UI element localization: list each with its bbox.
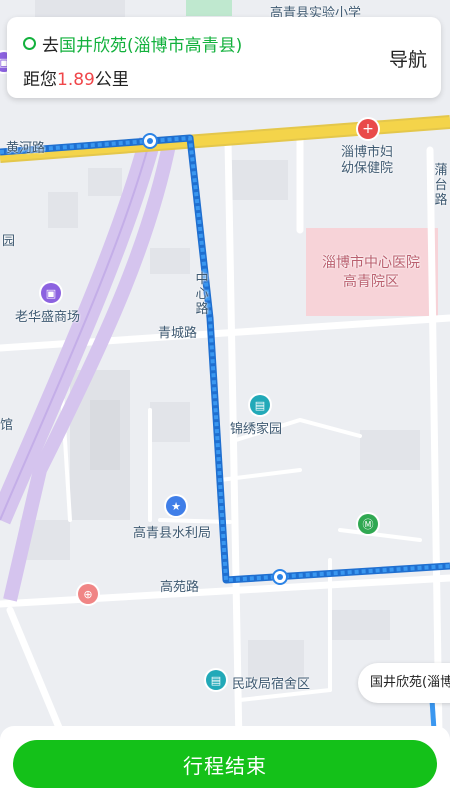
map-label-qingcheng-road: 青城路 [158,326,198,341]
trip-info-card: 去 国井欣苑(淄博市高青县) 距您1.89公里 导航 [7,17,441,98]
map-label-jinxiu: 锦绣家园 [230,422,283,437]
distance-prefix: 距您 [23,70,57,90]
map-label-guan: 馆 [0,418,14,433]
map-label-zhongxin-road: 中心路 [195,272,209,317]
star-icon[interactable]: ★ [166,496,186,516]
map-label-hospital: 淄博市中心医院高青院区 [322,255,420,290]
distance-unit: 公里 [94,70,129,90]
map-label-puhe-road: 蒲台路 [434,163,448,208]
map-label-yuan: 园 [2,234,16,249]
bus-stop-icon[interactable]: ⊕ [78,584,98,604]
destination-callout[interactable]: 国井欣苑(淄博 [358,663,450,703]
map-label-minzheng: 民政局宿舍区 [232,677,311,692]
destination-prefix: 去 [42,36,59,56]
map-label-maternity: 淄博市妇幼保健院 [340,145,393,176]
shopping-bag-icon[interactable]: ▣ [41,283,61,303]
route-turn-marker [142,133,158,149]
navigate-button[interactable]: 导航 [389,45,427,72]
hospital-icon[interactable]: + [358,119,378,139]
destination-name: 国井欣苑(淄博市高青县) [59,36,243,56]
map-view[interactable]: + ▣ ▤ ★ Ⓜ ⊕ ▤ ▣ 高青县实验小学 黄河路 淄博市妇幼保健院 蒲台路… [0,0,450,800]
map-label-laohuasheng: 老华盛商场 [15,310,81,325]
residential-icon[interactable]: ▤ [206,670,226,690]
metro-icon[interactable]: Ⓜ [358,514,378,534]
destination-row: 去 国井欣苑(淄博市高青县) [23,31,242,56]
building-icon[interactable]: ▤ [250,395,270,415]
map-label-water-bureau: 高青县水利局 [133,526,212,541]
distance-value: 1.89 [57,70,95,90]
bottom-action-bar: 行程结束 [0,726,450,800]
end-trip-button[interactable]: 行程结束 [13,740,437,788]
map-label-huanghe-road: 黄河路 [6,141,46,156]
destination-dot-icon [23,37,36,50]
map-label-gaoyuan-road: 高苑路 [160,580,200,595]
route-turn-marker [272,569,288,585]
distance-row: 距您1.89公里 [23,65,129,90]
